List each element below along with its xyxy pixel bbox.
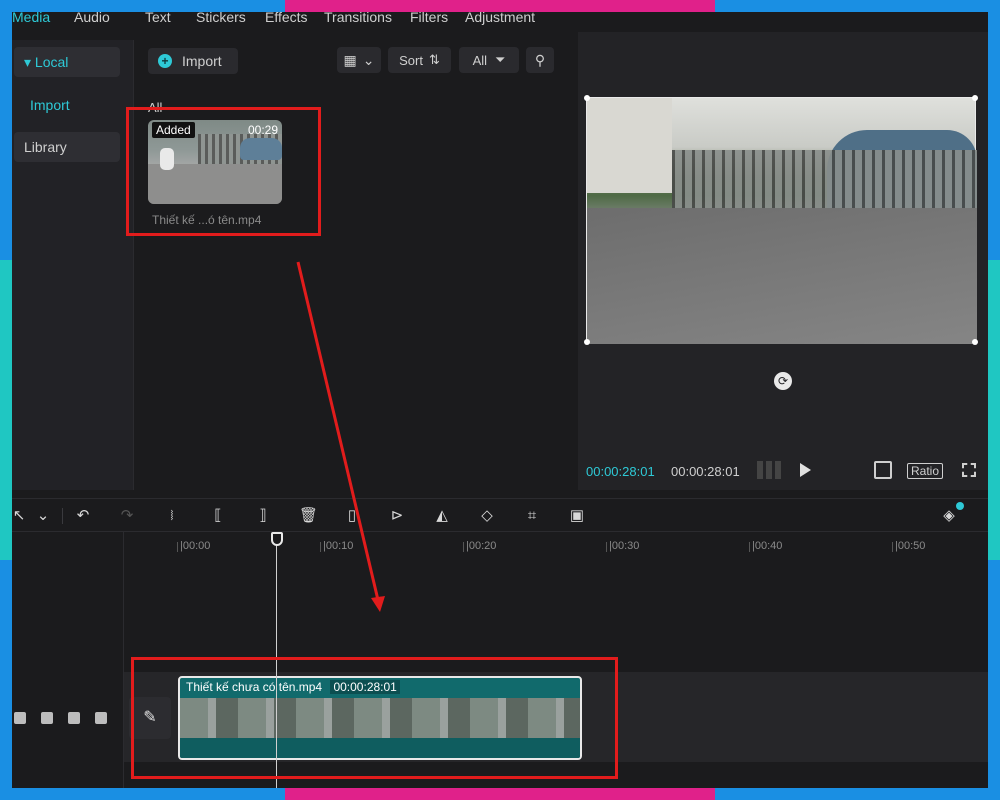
cover-icon[interactable] [14,712,26,724]
redo-icon[interactable]: ↷ [118,507,136,525]
chevron-down-icon: ⌄ [362,51,375,68]
media-sidebar: ▾ Local Import Library [12,40,134,490]
ruler-tick: |00:40 [748,540,783,552]
import-button[interactable]: + Import [148,48,238,74]
ruler-tick: |00:00 [176,540,211,552]
tab-filters[interactable]: Filters [410,12,448,24]
ruler-tick: |00:50 [891,540,926,552]
annotation-box-timeline-clip [131,657,618,779]
select-tool-icon[interactable]: ↖ [12,507,28,525]
preview-wall [587,98,672,193]
ruler-tick: |00:30 [605,540,640,552]
frame-accent-right [988,260,1000,560]
frame-accent-bottom [285,788,715,800]
tab-text[interactable]: Text [145,12,171,24]
crop-icon[interactable]: ⌗ [523,507,541,525]
sort-button-label: Sort [399,52,423,68]
plus-icon: + [158,54,172,68]
track-controls [12,712,107,724]
tab-media[interactable]: Media [12,12,50,24]
rotate-clip-icon[interactable]: ◇ [478,507,496,525]
sidebar-item-import[interactable]: Import [14,90,120,120]
waveform-icon[interactable] [757,461,781,479]
ruler-tick: |00:20 [462,540,497,552]
track-header [12,532,124,788]
view-mode-button[interactable]: ▦ ⌄ [337,47,381,73]
timeline-ruler[interactable]: |00:00 |00:10 |00:20 |00:30 |00:40 |00:5… [124,534,988,556]
tab-audio[interactable]: Audio [74,12,110,24]
current-timecode: 00:00:28:01 [586,464,655,479]
mirror-icon[interactable]: ◭ [433,507,451,525]
keyframe-icon[interactable]: ◈ [940,507,958,525]
tab-stickers[interactable]: Stickers [196,12,246,24]
undo-icon[interactable]: ↶ [74,507,92,525]
remove-background-icon[interactable]: ▣ [568,507,586,525]
filter-icon: ⏷ [495,52,506,67]
tab-transitions[interactable]: Transitions [324,12,392,24]
search-button[interactable]: ⚲ [526,47,554,73]
sidebar-item-library[interactable]: Library [14,132,120,162]
resize-handle-br[interactable] [972,339,978,345]
filter-button[interactable]: All ⏷ [459,47,519,73]
notification-dot [956,502,964,510]
delete-icon[interactable]: 🗑 [299,507,318,525]
preview-video[interactable] [584,95,978,345]
preview-panel: ⟳ 00:00:28:01 00:00:28:01 Ratio [578,32,988,490]
fit-icon[interactable] [874,461,892,479]
toolbar-divider [62,508,63,524]
freeze-icon[interactable]: ▯ [343,507,361,525]
ratio-button[interactable]: Ratio [907,463,944,479]
frame-accent-left [0,260,12,560]
ruler-tick: |00:10 [319,540,354,552]
speed-icon[interactable]: ⊳ [388,507,406,525]
sidebar-item-local[interactable]: ▾ Local [14,47,120,77]
import-button-label: Import [182,53,222,69]
split-left-icon[interactable]: ⟦ [209,507,227,525]
grid-view-icon: ▦ [343,51,357,68]
sort-icon: ⇅ [428,52,440,67]
playhead-handle[interactable] [271,532,283,546]
resize-handle-tr[interactable] [972,95,978,101]
tab-adjustment[interactable]: Adjustment [465,12,535,24]
search-icon: ⚲ [534,51,546,68]
split-right-icon[interactable]: ⟧ [254,507,272,525]
total-timecode: 00:00:28:01 [671,464,740,479]
filter-button-label: All [472,52,488,68]
timeline-toolbar: ↖ ⌄ ↶ ↷ ⧘ ⟦ ⟧ 🗑 ▯ ⊳ ◭ ◇ ⌗ ▣ ◈ [12,498,988,532]
lock-icon[interactable] [41,712,53,724]
sort-button[interactable]: Sort ⇅ [388,47,451,73]
rotate-icon[interactable]: ⟳ [774,372,792,390]
resize-handle-bl[interactable] [584,339,590,345]
frame-accent-top [285,0,715,12]
top-nav: Media Audio Text Stickers Effects Transi… [12,12,568,26]
eye-icon[interactable] [68,712,80,724]
fullscreen-icon[interactable] [962,463,976,477]
chevron-down-icon[interactable]: ⌄ [34,507,52,525]
split-icon[interactable]: ⧘ [163,507,181,525]
play-icon[interactable] [800,463,811,477]
preview-road [587,208,977,344]
tab-effects[interactable]: Effects [265,12,308,24]
annotation-box-media-item [126,107,321,236]
sidebar-item-label: Local [34,54,69,70]
volume-icon[interactable] [95,712,107,724]
resize-handle-tl[interactable] [584,95,590,101]
